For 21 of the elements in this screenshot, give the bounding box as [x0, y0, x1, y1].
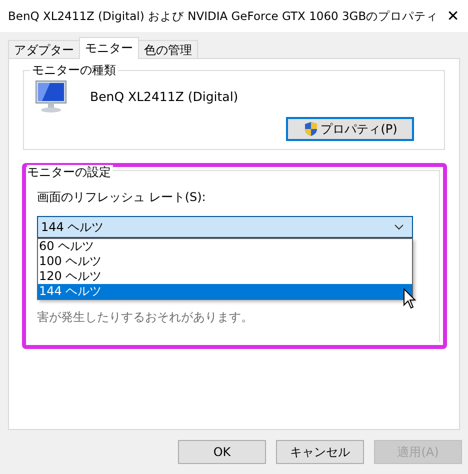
close-button[interactable]: ✕ [438, 0, 468, 32]
dialog-button[interactable]: キャンセル [276, 440, 364, 464]
properties-button[interactable]: プロパティ(P) [286, 117, 414, 141]
tab[interactable]: アダプター [8, 40, 80, 58]
warning-text: 害が発生したりするおそれがあります。 [37, 309, 254, 326]
refresh-rate-dropdown[interactable]: 144 ヘルツ [37, 216, 413, 238]
monitor-icon [34, 79, 68, 113]
group-label: モニターの種類 [30, 63, 118, 77]
group-label: モニターの設定 [27, 165, 113, 179]
dropdown-option[interactable]: 100 ヘルツ [38, 254, 412, 269]
refresh-rate-label: 画面のリフレッシュ レート(S): [37, 189, 207, 206]
chevron-down-icon [394, 224, 404, 230]
shield-icon [302, 121, 319, 137]
tab[interactable]: 色の管理 [138, 40, 198, 58]
dialog-button[interactable]: OK [178, 440, 266, 464]
monitor-name: BenQ XL2411Z (Digital) [90, 88, 238, 104]
dropdown-option[interactable]: 60 ヘルツ [38, 239, 412, 254]
dropdown-option[interactable]: 120 ヘルツ [38, 269, 412, 284]
dropdown-option[interactable]: 144 ヘルツ [38, 284, 412, 299]
tab[interactable]: モニター [79, 37, 139, 59]
window-title: BenQ XL2411Z (Digital) および NVIDIA GeForce GTX 1060 3GBのプロパティ [8, 8, 438, 24]
